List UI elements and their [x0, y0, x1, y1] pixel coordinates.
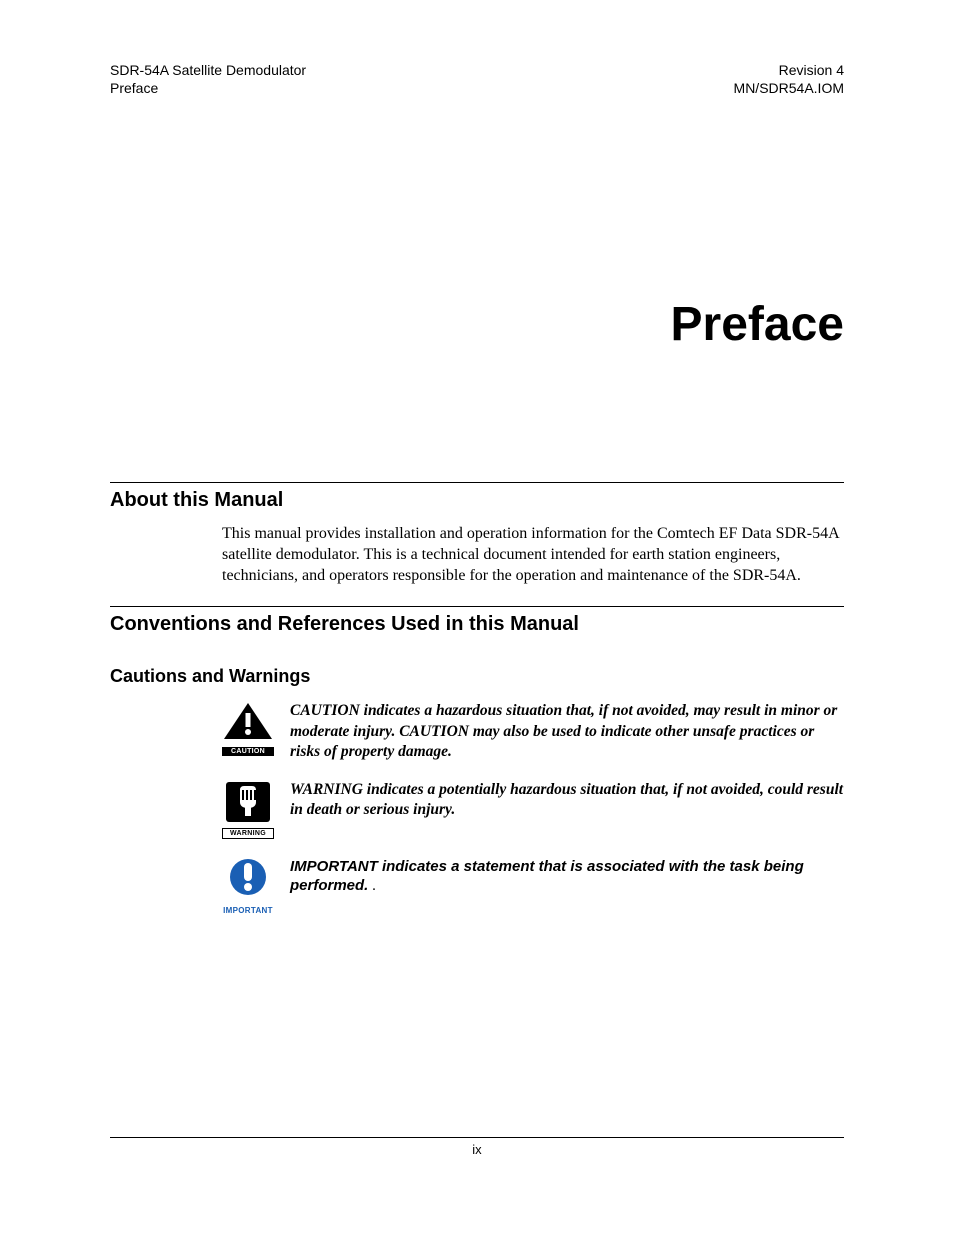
- notice-warning: WARNING WARNING indicates a potentially …: [222, 780, 844, 839]
- caution-text: CAUTION indicates a hazardous situation …: [290, 701, 844, 761]
- header-revision: Revision 4: [734, 62, 844, 80]
- header-docnum: MN/SDR54A.IOM: [734, 80, 844, 98]
- page-footer: ix: [110, 1137, 844, 1157]
- section-conventions: Conventions and References Used in this …: [110, 606, 844, 636]
- document-page: SDR-54A Satellite Demodulator Preface Re…: [0, 0, 954, 1235]
- header-right: Revision 4 MN/SDR54A.IOM: [734, 62, 844, 97]
- important-text-trailing: .: [368, 878, 376, 894]
- section-rule: [110, 482, 844, 483]
- section-heading-conventions: Conventions and References Used in this …: [110, 613, 844, 636]
- caution-icon: CAUTION: [222, 701, 274, 756]
- warning-text: WARNING indicates a potentially hazardou…: [290, 780, 844, 820]
- header-product: SDR-54A Satellite Demodulator: [110, 62, 306, 80]
- footer-rule: [110, 1137, 844, 1138]
- about-body: This manual provides installation and op…: [222, 524, 844, 586]
- caution-icon-label: CAUTION: [222, 747, 274, 756]
- section-cautions: Cautions and Warnings CAUTION CAUTION in…: [110, 666, 844, 915]
- section-heading-cautions: Cautions and Warnings: [110, 666, 844, 687]
- section-rule: [110, 606, 844, 607]
- page-header: SDR-54A Satellite Demodulator Preface Re…: [110, 62, 844, 97]
- header-section: Preface: [110, 80, 306, 98]
- important-icon-label: IMPORTANT: [222, 905, 274, 916]
- section-about: About this Manual This manual provides i…: [110, 482, 844, 586]
- page-title: Preface: [110, 297, 844, 352]
- notice-caution: CAUTION CAUTION indicates a hazardous si…: [222, 701, 844, 761]
- page-number: ix: [110, 1142, 844, 1157]
- warning-icon: WARNING: [222, 780, 274, 839]
- header-left: SDR-54A Satellite Demodulator Preface: [110, 62, 306, 97]
- important-icon: IMPORTANT: [222, 857, 274, 916]
- important-text: IMPORTANT indicates a statement that is …: [290, 857, 844, 897]
- notice-important: IMPORTANT IMPORTANT indicates a statemen…: [222, 857, 844, 916]
- section-heading-about: About this Manual: [110, 489, 844, 512]
- warning-icon-label: WARNING: [222, 828, 274, 839]
